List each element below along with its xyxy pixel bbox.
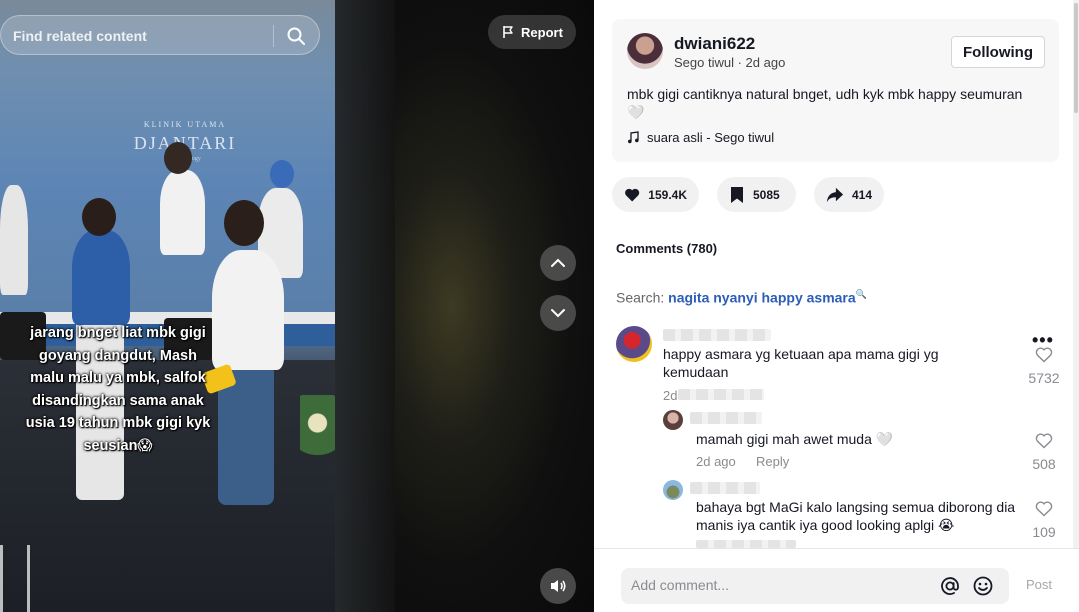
- commenter-name-blurred[interactable]: [663, 329, 771, 341]
- mention-icon[interactable]: [939, 575, 961, 597]
- reply-like-count: 109: [1032, 524, 1056, 540]
- reply-text: mamah gigi mah awet muda 🤍: [696, 431, 894, 447]
- save-button[interactable]: 5085: [717, 177, 796, 212]
- saxophonist-head: [164, 142, 192, 174]
- replier-name-blurred[interactable]: [690, 482, 760, 494]
- search-query-link[interactable]: nagita nyanyi happy asmara: [668, 290, 856, 306]
- author-card: dwiani622 Sego tiwul · 2d ago Following …: [612, 19, 1059, 162]
- comment-like-button[interactable]: 5732: [1024, 347, 1064, 386]
- search-icon[interactable]: [286, 26, 306, 46]
- author-avatar[interactable]: [627, 33, 663, 69]
- share-button[interactable]: 414: [814, 177, 884, 212]
- comment-text: happy asmara yg ketuaan apa mama gigi yg…: [663, 346, 939, 380]
- replier-avatar[interactable]: [663, 480, 683, 500]
- comment-input[interactable]: Add comment...: [621, 568, 1009, 604]
- flag-icon: [503, 26, 513, 38]
- replier-name-blurred[interactable]: [690, 412, 762, 424]
- comment-search-suggestion[interactable]: Search: nagita nyanyi happy asmara🔍: [616, 289, 867, 306]
- chair: [0, 545, 30, 612]
- author-subline: Sego tiwul · 2d ago: [674, 55, 786, 70]
- backdrop-small-text: KLINIK UTAMA: [143, 120, 227, 129]
- flower-arrangement: [300, 395, 335, 465]
- bassist-head: [270, 160, 294, 188]
- saxophonist-figure: [160, 170, 205, 255]
- share-count: 414: [851, 187, 872, 202]
- blurred-edge: [335, 0, 395, 612]
- related-search-bar[interactable]: Find related content: [0, 15, 320, 55]
- reply-button[interactable]: Reply: [756, 454, 789, 469]
- reply-like-button[interactable]: 109: [1024, 501, 1064, 540]
- related-search-placeholder: Find related content: [13, 28, 147, 44]
- scrollbar-thumb[interactable]: [1074, 3, 1078, 113]
- post-button[interactable]: Post: [1026, 577, 1052, 592]
- heart-outline-icon: [1035, 347, 1053, 363]
- chevron-up-icon: [551, 258, 565, 267]
- bookmark-icon: [731, 186, 743, 203]
- commenter-avatar[interactable]: [616, 326, 652, 362]
- video-caption: jarang bnget liat mbk gigi goyang dangdu…: [25, 325, 211, 454]
- reply-like-count: 508: [1032, 456, 1056, 472]
- report-button[interactable]: Report: [488, 15, 576, 49]
- dancer-head: [224, 200, 264, 246]
- comment-input-placeholder: Add comment...: [631, 577, 730, 593]
- music-link[interactable]: suara asli - Sego tiwul: [627, 130, 774, 145]
- comment-like-count: 5732: [1028, 370, 1060, 386]
- reply-like-button[interactable]: 508: [1024, 433, 1064, 472]
- next-video-button[interactable]: [540, 295, 576, 331]
- heart-outline-icon: [1035, 433, 1053, 449]
- following-button[interactable]: Following: [951, 36, 1045, 68]
- singer-head: [82, 198, 116, 236]
- app-root: KLINIK UTAMA DJANTARI Dermatology: [0, 0, 1079, 612]
- video-description: mbk gigi cantiknya natural bnget, udh ky…: [627, 86, 1023, 120]
- reply-meta-blurred: [696, 540, 796, 548]
- speaker-icon: [551, 580, 566, 592]
- music-note-icon: [628, 131, 639, 144]
- comments-title: Comments (780): [616, 241, 718, 256]
- emoji-icon[interactable]: [972, 575, 994, 597]
- share-icon: [826, 187, 844, 202]
- search-prefix: Search:: [616, 289, 669, 306]
- dancer-figure: [212, 250, 284, 370]
- video-frame: KLINIK UTAMA DJANTARI Dermatology: [0, 0, 335, 612]
- music-label: suara asli - Sego tiwul: [647, 130, 775, 145]
- volume-button[interactable]: [540, 568, 576, 604]
- chevron-down-icon: [551, 309, 565, 318]
- comment-composer: Add comment... Post: [594, 548, 1079, 612]
- like-button[interactable]: 159.4K: [612, 177, 699, 212]
- comment-meta-blurred: [678, 389, 764, 400]
- singer-figure: [72, 230, 130, 325]
- reply-date: 2d ago: [696, 454, 736, 469]
- comment-date: 2d: [663, 388, 678, 403]
- heart-outline-icon: [1035, 501, 1053, 517]
- scrollbar[interactable]: [1073, 0, 1079, 548]
- report-label: Report: [521, 24, 563, 40]
- author-username[interactable]: dwiani622: [674, 34, 755, 54]
- heart-icon: [625, 188, 640, 202]
- save-count: 5085: [753, 187, 780, 202]
- replier-avatar[interactable]: [663, 410, 683, 430]
- like-count: 159.4K: [648, 187, 687, 202]
- video-player[interactable]: KLINIK UTAMA DJANTARI Dermatology: [0, 0, 594, 612]
- reply-text: bahaya bgt MaGi kalo langsing semua dibo…: [696, 499, 1016, 533]
- search-divider: [273, 25, 274, 47]
- previous-video-button[interactable]: [540, 245, 576, 281]
- details-panel: dwiani622 Sego tiwul · 2d ago Following …: [594, 0, 1079, 612]
- guitarist-figure: [0, 185, 28, 295]
- search-small-icon: 🔍: [855, 289, 867, 299]
